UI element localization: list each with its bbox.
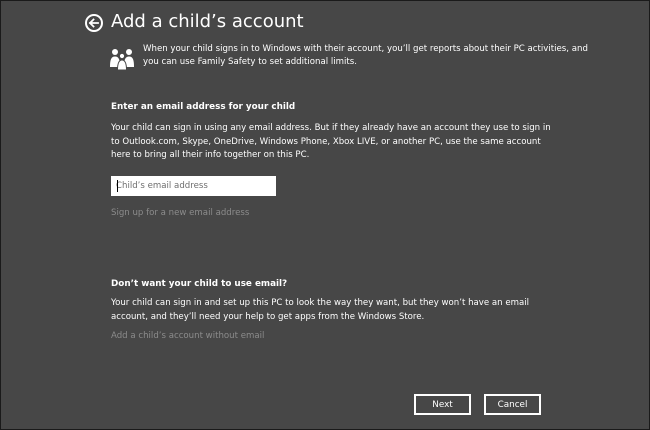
cancel-button[interactable]: Cancel xyxy=(484,394,541,415)
back-button[interactable] xyxy=(85,14,103,32)
child-email-input[interactable] xyxy=(111,176,276,196)
text-caret xyxy=(117,180,118,192)
add-child-account-screen: Add a child’s account When your child si… xyxy=(0,0,650,430)
sign-up-email-link[interactable]: Sign up for a new email address xyxy=(111,208,249,218)
no-email-section-description: Your child can sign in and set up this P… xyxy=(111,298,530,322)
add-account-without-email-link[interactable]: Add a child’s account without email xyxy=(111,331,264,341)
next-button[interactable]: Next xyxy=(414,394,471,415)
intro-text: When your child signs in to Windows with… xyxy=(143,44,588,67)
email-section-description: Your child can sign in using any email a… xyxy=(111,123,551,160)
family-icon xyxy=(110,49,134,71)
page-title: Add a child’s account xyxy=(111,11,304,32)
back-arrow-icon xyxy=(88,18,99,28)
email-section-heading: Enter an email address for your child xyxy=(111,102,296,112)
no-email-section-heading: Don’t want your child to use email? xyxy=(111,279,288,289)
